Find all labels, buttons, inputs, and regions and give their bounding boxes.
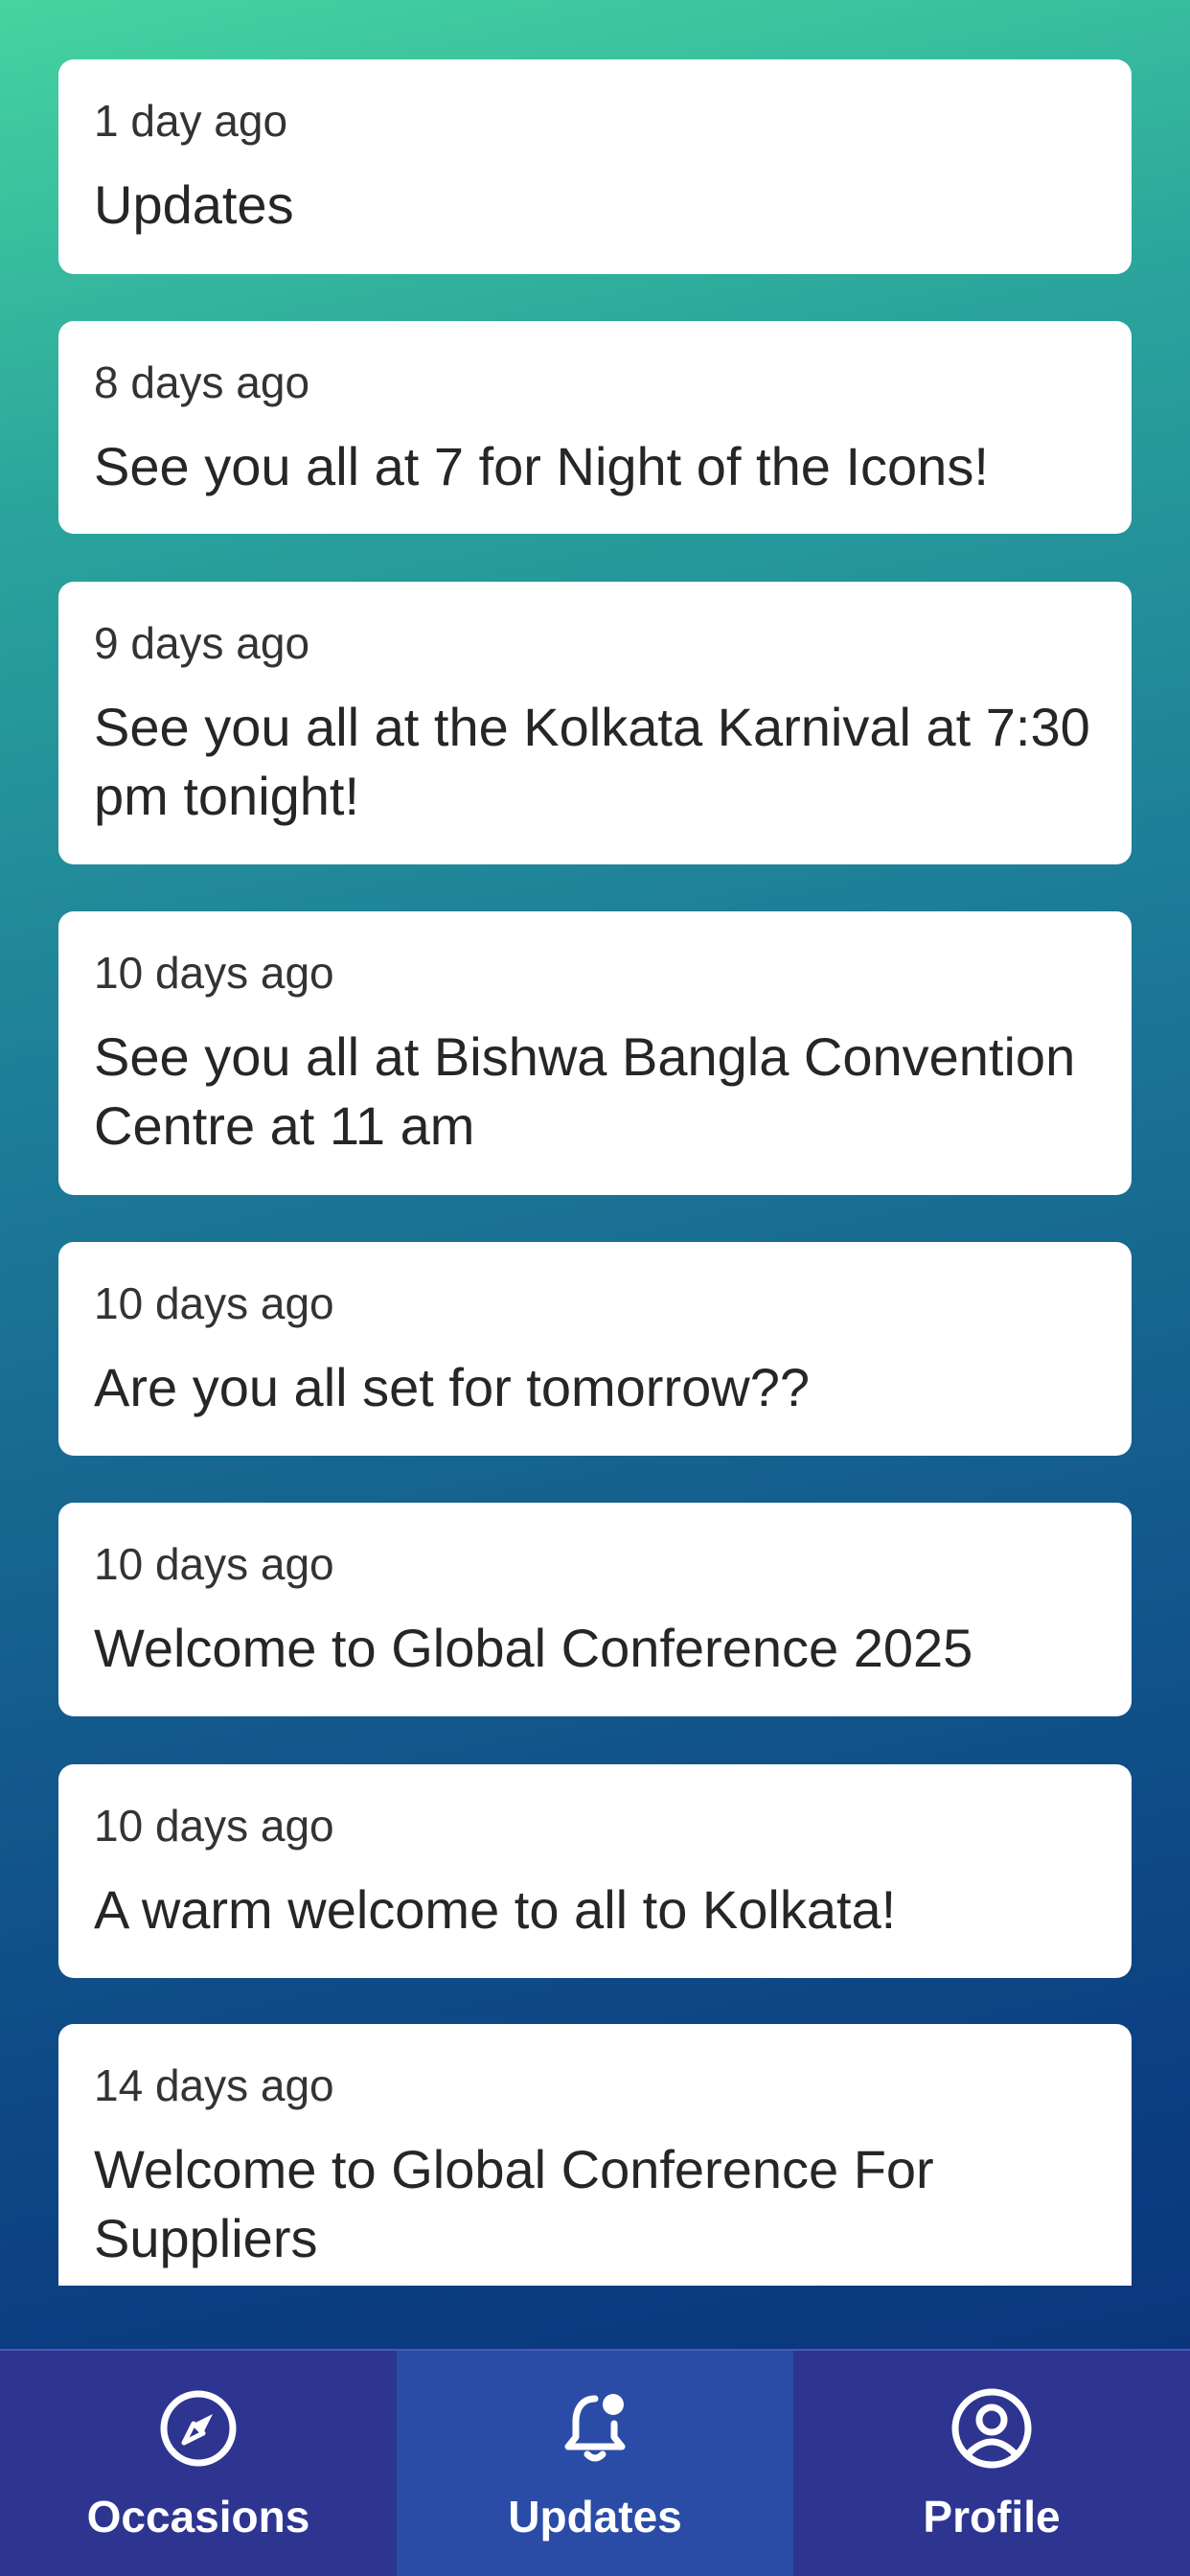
update-card[interactable]: 8 days ago See you all at 7 for Night of… [58, 321, 1132, 534]
update-message: Updates [94, 174, 294, 235]
update-time: 10 days ago [94, 1278, 334, 1328]
tab-updates[interactable]: Updates [397, 2351, 793, 2576]
update-message: Are you all set for tomorrow?? [94, 1357, 810, 1417]
update-time: 9 days ago [94, 618, 310, 668]
user-circle-icon [951, 2388, 1032, 2469]
update-card[interactable]: 10 days ago A warm welcome to all to Kol… [58, 1764, 1132, 1978]
update-time: 14 days ago [94, 2060, 334, 2110]
bell-notification-icon [564, 2394, 626, 2462]
update-card[interactable]: 1 day ago Updates [58, 59, 1132, 274]
update-time: 1 day ago [94, 96, 288, 146]
compass-icon [160, 2390, 237, 2467]
update-time: 8 days ago [94, 357, 310, 407]
update-message: See you all at the Kolkata Karnival at 7… [94, 697, 1090, 826]
update-card[interactable]: 10 days ago Welcome to Global Conference… [58, 1503, 1132, 1716]
update-message: Welcome to Global Conference For Supplie… [94, 2139, 934, 2268]
update-card[interactable]: 10 days ago See you all at Bishwa Bangla… [58, 911, 1132, 1195]
update-card[interactable]: 9 days ago See you all at the Kolkata Ka… [58, 582, 1132, 864]
updates-feed[interactable]: 1 day ago Updates 8 days ago See you all… [0, 0, 1190, 2286]
update-message: See you all at Bishwa Bangla Convention … [94, 1026, 1076, 1156]
update-time: 10 days ago [94, 1539, 334, 1589]
tab-label: Profile [923, 2492, 1061, 2542]
update-message: A warm welcome to all to Kolkata! [94, 1879, 897, 1940]
tab-profile[interactable]: Profile [793, 2351, 1190, 2576]
tab-occasions[interactable]: Occasions [0, 2351, 397, 2576]
update-card[interactable]: 10 days ago Are you all set for tomorrow… [58, 1242, 1132, 1456]
update-message: Welcome to Global Conference 2025 [94, 1618, 973, 1678]
update-card[interactable]: 14 days ago Welcome to Global Conference… [58, 2024, 1132, 2286]
tab-label: Updates [508, 2492, 682, 2542]
update-time: 10 days ago [94, 1801, 334, 1851]
update-time: 10 days ago [94, 948, 334, 998]
update-message: See you all at 7 for Night of the Icons! [94, 436, 989, 496]
bottom-tab-bar: Occasions Updates Profile [0, 2349, 1190, 2576]
tab-label: Occasions [86, 2492, 310, 2542]
